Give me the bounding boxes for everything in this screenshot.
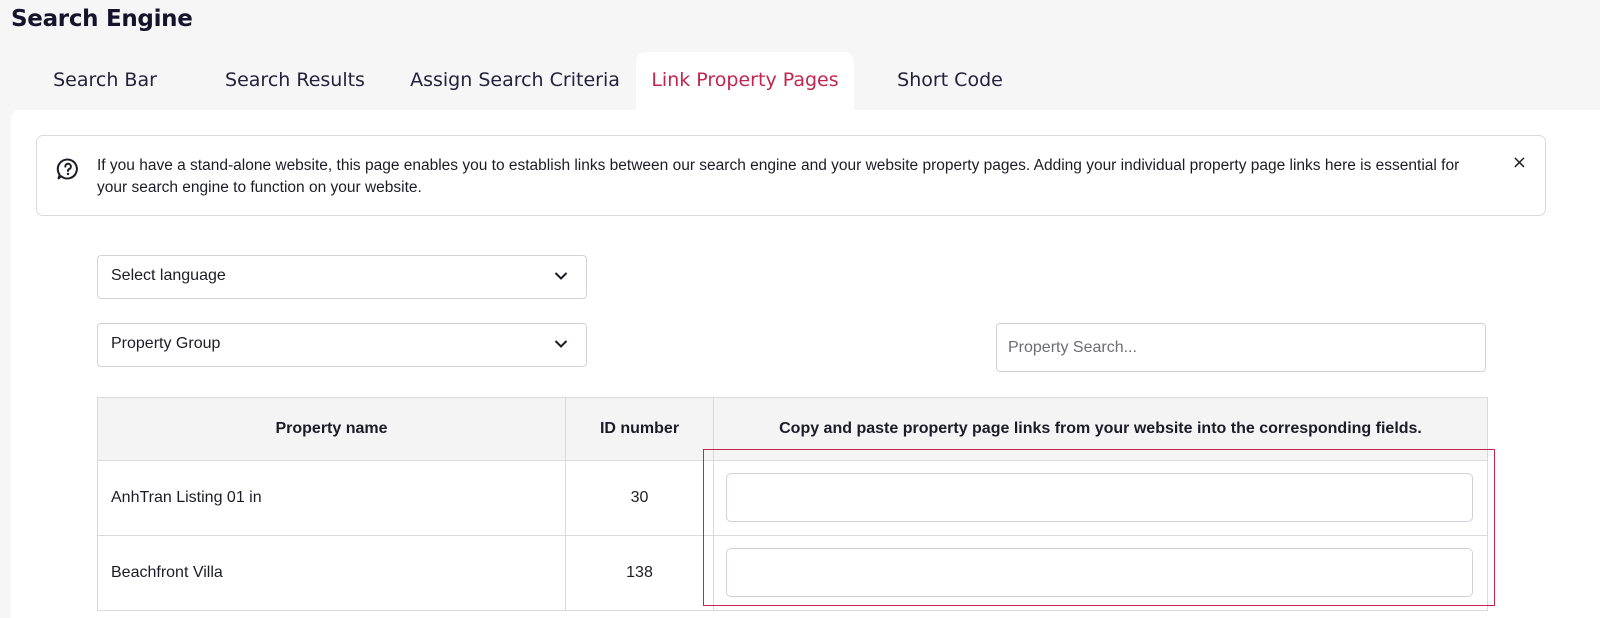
link-cell [713,460,1488,536]
table-row: AnhTran Listing 01 in 30 [97,460,1488,536]
column-header-property-name: Property name [97,397,566,461]
property-group-select-label: Property Group [111,335,221,352]
property-name-cell: Beachfront Villa [97,535,566,611]
tab-assign-search-criteria[interactable]: Assign Search Criteria [400,52,630,110]
property-id-cell: 138 [565,535,714,611]
property-link-input[interactable] [726,473,1473,522]
property-search-input[interactable] [996,323,1486,372]
tab-bar: Search Bar Search Results Assign Search … [0,52,1600,110]
language-select-label: Select language [111,267,226,284]
property-links-table: Property name ID number Copy and paste p… [97,397,1488,611]
chevron-down-icon [554,340,568,348]
property-group-select[interactable]: Property Group [97,323,587,367]
tab-link-property-pages[interactable]: Link Property Pages [636,52,854,110]
property-link-input[interactable] [726,548,1473,597]
tab-search-results[interactable]: Search Results [215,52,375,110]
table-row: Beachfront Villa 138 [97,535,1488,611]
link-cell [713,535,1488,611]
info-notice: If you have a stand-alone website, this … [36,135,1546,216]
tab-short-code[interactable]: Short Code [885,52,1015,110]
page-title: Search Engine [11,6,193,32]
column-header-link: Copy and paste property page links from … [713,397,1488,461]
content-panel: If you have a stand-alone website, this … [11,110,1600,618]
question-bubble-icon [56,158,78,180]
property-id-cell: 30 [565,460,714,536]
close-icon[interactable]: × [1512,152,1527,173]
column-header-id-number: ID number [565,397,714,461]
table-header-row: Property name ID number Copy and paste p… [97,397,1488,461]
chevron-down-icon [554,272,568,280]
tab-search-bar[interactable]: Search Bar [45,52,165,110]
property-name-cell: AnhTran Listing 01 in [97,460,566,536]
language-select[interactable]: Select language [97,255,587,299]
notice-text: If you have a stand-alone website, this … [97,157,1460,196]
